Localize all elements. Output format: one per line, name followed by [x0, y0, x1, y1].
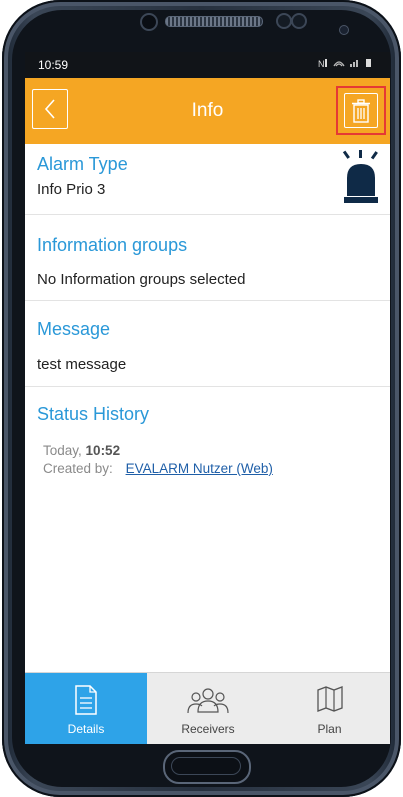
tab-plan-label: Plan: [317, 722, 342, 736]
tab-receivers[interactable]: Receivers: [147, 673, 269, 744]
led-icon: [339, 25, 349, 35]
status-indicators: N: [318, 58, 376, 71]
history-timestamp: Today, 10:52: [43, 443, 120, 458]
app-bar: Info: [25, 78, 390, 144]
sensor-icon: [291, 13, 307, 29]
info-groups-section: Information groups No Information groups…: [25, 215, 390, 301]
delete-highlight: [336, 86, 386, 135]
tab-receivers-label: Receivers: [181, 722, 235, 736]
alarm-type-value: Info Prio 3: [37, 181, 106, 198]
app-screen: 10:59 N Info Alarm Type Info Prio 3 Info…: [25, 52, 390, 744]
earpiece-speaker: [165, 16, 263, 27]
alarm-type-section: Alarm Type Info Prio 3: [25, 144, 390, 215]
status-history-title: Status History: [37, 404, 150, 424]
message-value: test message: [37, 356, 127, 373]
front-camera-icon: [140, 13, 158, 31]
status-bar: 10:59 N: [25, 52, 390, 78]
history-created-by: Created by: EVALARM Nutzer (Web): [43, 461, 273, 476]
document-icon: [75, 685, 97, 715]
created-by-label: Created by:: [43, 461, 113, 476]
info-groups-title: Information groups: [37, 235, 188, 255]
siren-icon: [342, 150, 378, 203]
map-icon: [316, 686, 343, 712]
delete-button[interactable]: [344, 93, 378, 128]
created-by-user-link[interactable]: EVALARM Nutzer (Web): [126, 461, 273, 476]
history-time: 10:52: [85, 443, 121, 458]
tab-details-label: Details: [67, 722, 105, 736]
bottom-tab-bar: Details Receivers Plan: [25, 672, 390, 744]
history-day: Today,: [43, 443, 82, 458]
signal-icon: N: [318, 59, 371, 69]
trash-icon: [352, 98, 370, 123]
home-button-inner: [171, 757, 241, 775]
sensor-icon: [276, 13, 292, 29]
group-icon: [187, 688, 229, 714]
tab-plan[interactable]: Plan: [269, 673, 390, 744]
svg-text:N: N: [318, 59, 326, 68]
message-section: Message test message: [25, 301, 390, 387]
message-title: Message: [37, 319, 111, 339]
status-time: 10:59: [38, 58, 69, 72]
phone-frame: 10:59 N Info Alarm Type Info Prio 3 Info…: [2, 0, 401, 797]
home-button[interactable]: [163, 750, 251, 784]
info-groups-value: No Information groups selected: [37, 271, 246, 288]
alarm-type-title: Alarm Type: [37, 154, 128, 174]
tab-details[interactable]: Details: [25, 673, 147, 744]
